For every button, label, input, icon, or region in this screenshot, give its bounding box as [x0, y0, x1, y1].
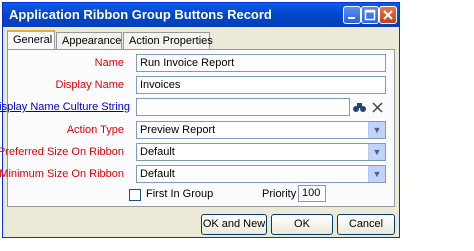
- close-icon[interactable]: [379, 6, 397, 24]
- maximize-icon[interactable]: [361, 6, 379, 24]
- minimum-size-label: Minimum Size On Ribbon: [0, 168, 124, 180]
- preferred-size-label: Preferred Size On Ribbon: [0, 146, 124, 158]
- minimum-size-select[interactable]: Default ▼: [136, 165, 386, 183]
- binoculars-icon[interactable]: [351, 98, 368, 116]
- preferred-size-select[interactable]: Default ▼: [136, 143, 386, 161]
- tab-action-properties[interactable]: Action Properties: [123, 32, 213, 49]
- first-in-group-label: First In Group: [146, 188, 214, 200]
- action-type-label: Action Type: [66, 124, 124, 136]
- tab-strip: General Appearance Action Properties: [7, 30, 395, 50]
- minimum-size-value: Default: [140, 168, 175, 180]
- name-label: Name: [94, 57, 124, 69]
- preferred-size-value: Default: [140, 146, 175, 158]
- culture-string-input[interactable]: [136, 98, 350, 116]
- display-name-label: Display Name: [55, 79, 124, 91]
- ok-and-new-button[interactable]: OK and New: [201, 214, 267, 235]
- action-type-select[interactable]: Preview Report ▼: [136, 121, 386, 139]
- ok-button[interactable]: OK: [271, 214, 333, 235]
- priority-label: Priority: [262, 188, 297, 200]
- chevron-down-icon[interactable]: ▼: [368, 144, 385, 160]
- culture-string-link[interactable]: Display Name Culture String: [0, 101, 130, 113]
- display-name-input[interactable]: Invoices: [136, 76, 386, 94]
- title-bar[interactable]: Application Ribbon Group Buttons Record: [3, 3, 399, 27]
- chevron-down-icon[interactable]: ▼: [368, 122, 385, 138]
- cancel-button[interactable]: Cancel: [337, 214, 395, 235]
- tab-general[interactable]: General: [7, 30, 55, 50]
- minimize-icon[interactable]: [343, 6, 361, 24]
- name-input[interactable]: Run Invoice Report: [136, 54, 386, 72]
- chevron-down-icon[interactable]: ▼: [368, 166, 385, 182]
- dialog-window: Application Ribbon Group Buttons Record …: [0, 2, 400, 238]
- first-in-group-checkbox[interactable]: [129, 189, 141, 201]
- action-type-value: Preview Report: [140, 124, 216, 136]
- tab-appearance[interactable]: Appearance: [56, 32, 122, 49]
- window-title: Application Ribbon Group Buttons Record: [9, 7, 272, 22]
- clear-icon[interactable]: [369, 98, 386, 116]
- general-panel: Name Run Invoice Report Display Name Inv…: [0, 49, 395, 207]
- priority-input[interactable]: 100: [298, 185, 326, 202]
